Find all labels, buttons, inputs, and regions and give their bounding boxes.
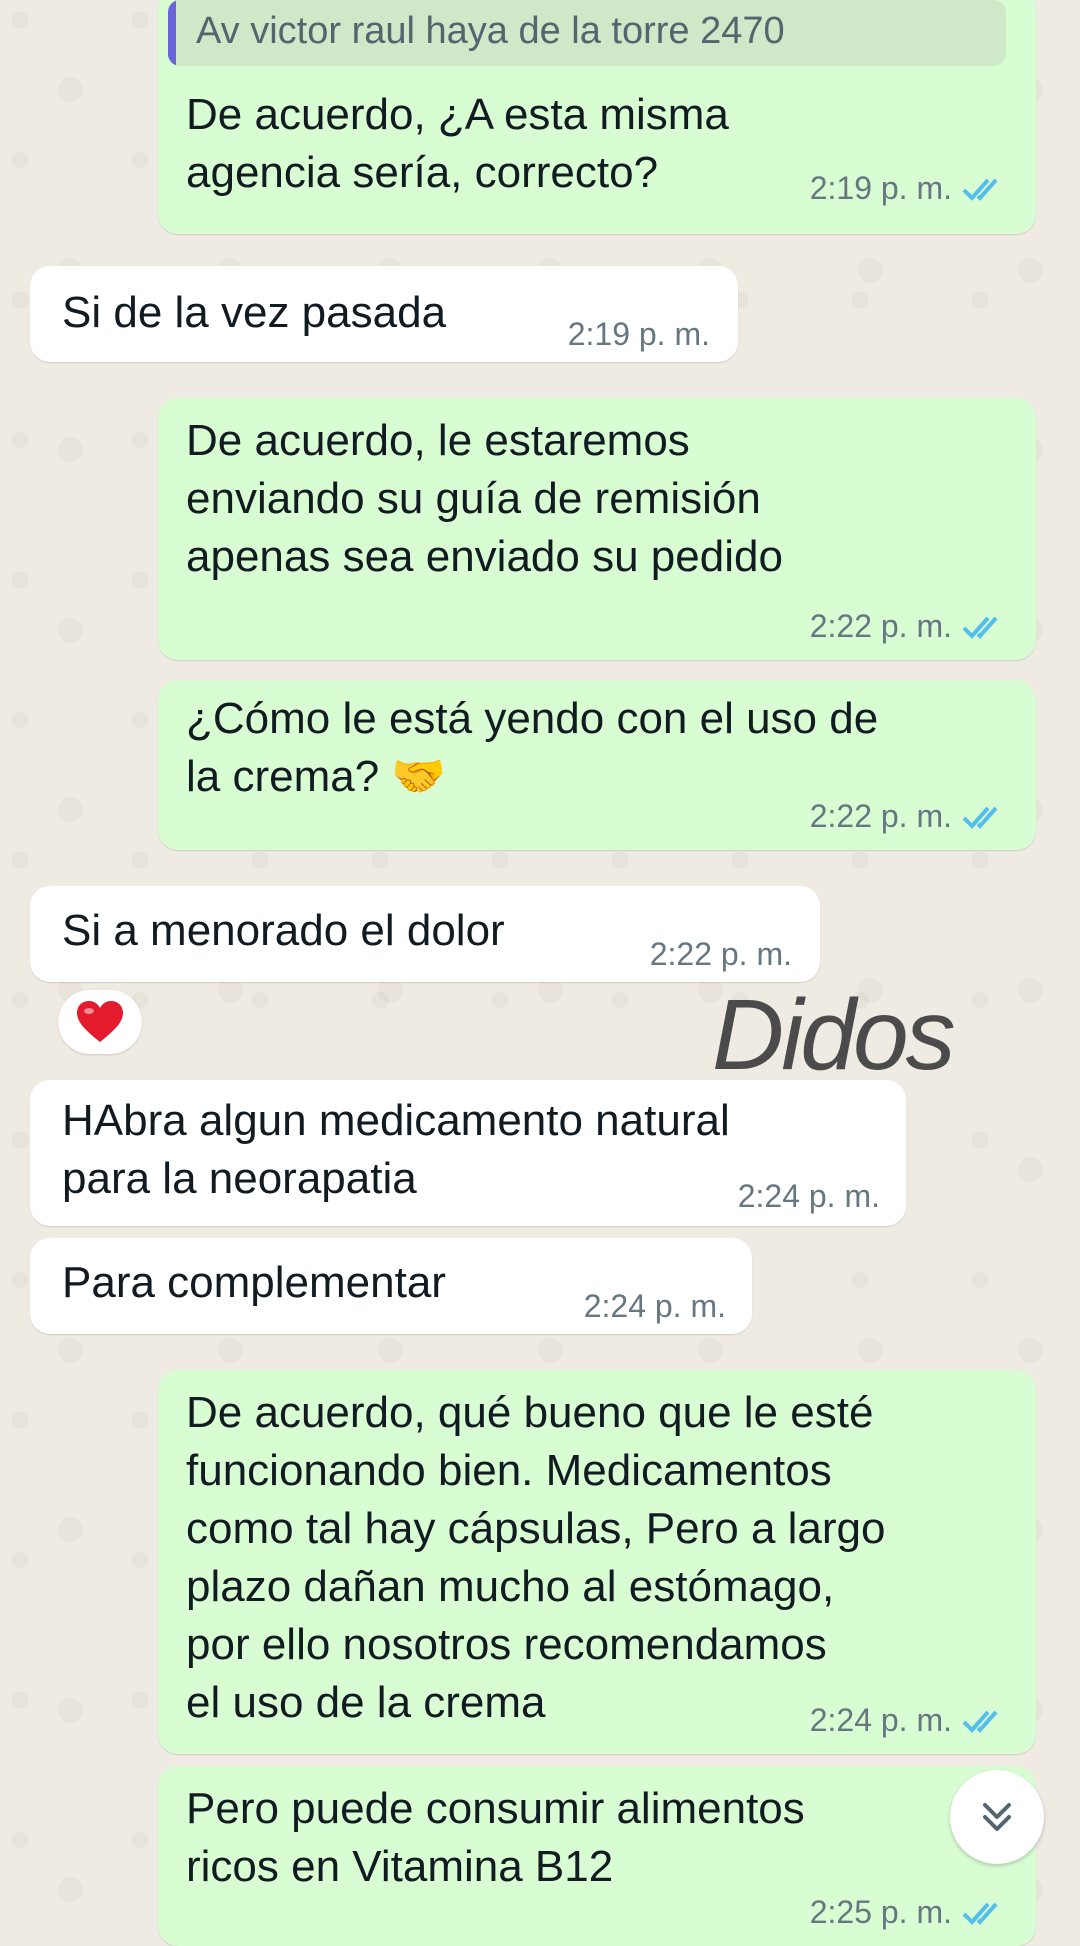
- message-meta: 2:19 p. m.: [568, 316, 710, 353]
- message-bubble-incoming[interactable]: Si de la vez pasada 2:19 p. m.: [30, 266, 738, 362]
- double-check-icon: [962, 178, 998, 201]
- message-time: 2:22 p. m.: [809, 798, 952, 834]
- message-text: HAbra algun medicamento natural para la …: [62, 1096, 730, 1203]
- watermark: Didos: [712, 979, 956, 1091]
- message-bubble-outgoing[interactable]: De acuerdo, le estaremos enviando su guí…: [158, 398, 1036, 660]
- red-heart-icon: [77, 1001, 123, 1042]
- quoted-reply-bar: [168, 0, 176, 66]
- message-bubble-outgoing[interactable]: Pero puede consumir alimentos ricos en V…: [158, 1766, 1036, 1946]
- double-check-icon: [962, 1710, 998, 1733]
- message-text: De acuerdo, le estaremos enviando su guí…: [186, 416, 783, 581]
- message-text: Si de la vez pasada: [62, 288, 447, 337]
- message-bubble-incoming[interactable]: HAbra algun medicamento natural para la …: [30, 1080, 906, 1226]
- message-text: De acuerdo, qué bueno que le esté funcio…: [186, 1388, 886, 1727]
- message-bubble-outgoing[interactable]: ¿Cómo le está yendo con el uso de la cre…: [158, 680, 1036, 850]
- scroll-to-bottom-button[interactable]: [950, 1770, 1044, 1864]
- message-bubble-incoming[interactable]: Para complementar 2:24 p. m.: [30, 1238, 752, 1334]
- message-meta: 2:24 p. m.: [810, 1702, 1006, 1739]
- double-check-icon: [962, 806, 998, 829]
- double-chevron-down-icon: [983, 1803, 1011, 1831]
- message-text: Pero puede consumir alimentos ricos en V…: [186, 1784, 805, 1891]
- message-bubble-outgoing[interactable]: Av victor raul haya de la torre 2470 De …: [158, 0, 1036, 234]
- message-meta: 2:22 p. m.: [810, 608, 1006, 645]
- message-time: 2:24 p. m.: [583, 1288, 726, 1324]
- message-time: 2:24 p. m.: [737, 1178, 880, 1214]
- message-time: 2:19 p. m.: [809, 170, 952, 206]
- message-text: Si a menorado el dolor: [62, 906, 505, 955]
- message-bubble-incoming[interactable]: Si a menorado el dolor 2:22 p. m.: [30, 886, 820, 982]
- message-meta: 2:22 p. m.: [650, 936, 792, 973]
- double-check-icon: [962, 616, 998, 639]
- message-meta: 2:19 p. m.: [810, 170, 1006, 207]
- message-meta: 2:24 p. m.: [584, 1288, 726, 1325]
- message-time: 2:24 p. m.: [809, 1702, 952, 1738]
- message-time: 2:22 p. m.: [649, 936, 792, 972]
- message-meta: 2:24 p. m.: [738, 1178, 880, 1215]
- double-check-icon: [962, 1902, 998, 1925]
- message-meta: 2:22 p. m.: [810, 798, 1006, 835]
- message-reaction[interactable]: [58, 990, 142, 1054]
- message-text: Para complementar: [62, 1258, 446, 1307]
- message-time: 2:19 p. m.: [567, 316, 710, 352]
- quoted-reply-text: Av victor raul haya de la torre 2470: [196, 10, 785, 52]
- message-text: ¿Cómo le está yendo con el uso de la cre…: [186, 694, 879, 801]
- message-text: De acuerdo, ¿A esta misma agencia sería,…: [186, 90, 729, 197]
- message-time: 2:25 p. m.: [809, 1894, 952, 1930]
- quoted-reply[interactable]: Av victor raul haya de la torre 2470: [168, 0, 1006, 66]
- message-time: 2:22 p. m.: [809, 608, 952, 644]
- message-meta: 2:25 p. m.: [810, 1894, 1006, 1931]
- message-bubble-outgoing[interactable]: De acuerdo, qué bueno que le esté funcio…: [158, 1370, 1036, 1754]
